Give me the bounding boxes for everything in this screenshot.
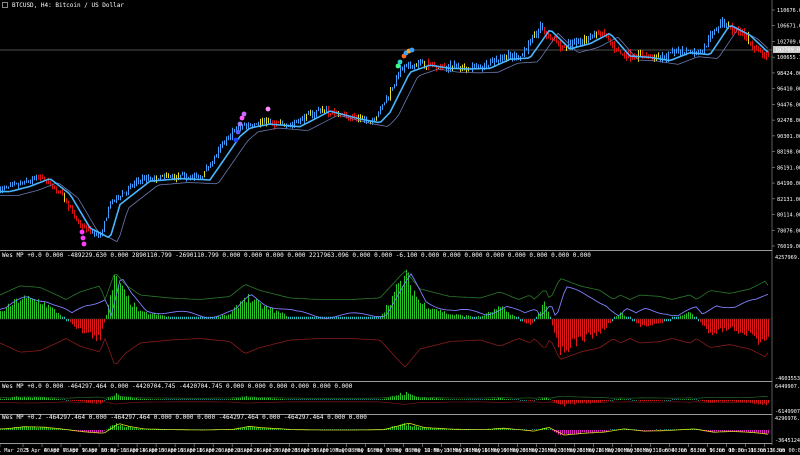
price-axis-label: 102709.00 bbox=[777, 39, 800, 45]
chart-stage[interactable]: 110676.00106671.00102709.00100655.149842… bbox=[0, 0, 800, 455]
indicator-2-envelope-down bbox=[0, 401, 769, 405]
signal-marker bbox=[409, 47, 415, 53]
indicator-2-scale-bottom: -6149907.794 bbox=[775, 409, 800, 415]
panel-divider bbox=[0, 443, 772, 444]
signal-marker bbox=[233, 137, 239, 143]
signal-marker bbox=[241, 111, 247, 117]
signal-marker bbox=[81, 241, 87, 247]
time-axis-label: 13 Jun 00:00 bbox=[767, 448, 800, 454]
current-price-tag-label: 102709.00 bbox=[775, 48, 800, 54]
indicator-1-header: Wes MP +0.0 0.000 -489229.630 0.000 2890… bbox=[2, 252, 591, 259]
upper-envelope bbox=[0, 270, 769, 301]
panel-divider bbox=[0, 381, 772, 382]
price-axis-label: 84190.00 bbox=[777, 181, 800, 187]
price-axis-label: 98424.00 bbox=[777, 71, 800, 77]
price-axis-label: 94476.00 bbox=[777, 102, 800, 108]
indicator-2-header: Wes MP +0.0 0.000 -464297.464 0.000 -442… bbox=[2, 383, 353, 390]
price-axis-label: 82131.00 bbox=[777, 197, 800, 203]
indicator-3-scale-bottom: -3645124.573 bbox=[775, 438, 800, 444]
signal-marker bbox=[235, 129, 241, 135]
price-axis-label: 80114.00 bbox=[777, 213, 800, 219]
price-axis-label: 76019.00 bbox=[777, 244, 800, 250]
price-axis-label: 106671.00 bbox=[777, 24, 800, 30]
price-axis-label: 90301.00 bbox=[777, 134, 800, 140]
indicator-1-scale-top: 4257969.444 bbox=[775, 255, 800, 261]
indicator-2-envelope-up bbox=[0, 395, 769, 399]
price-axis-label: 110676.00 bbox=[777, 8, 800, 14]
ma-slow-line bbox=[0, 28, 769, 243]
signal-marker bbox=[79, 229, 85, 235]
indicator-1-scale-bottom: -4603553.424 bbox=[775, 376, 800, 382]
signal-marker bbox=[265, 106, 271, 112]
price-axis-label: 88198.00 bbox=[777, 150, 800, 156]
price-axis-label: 92478.00 bbox=[777, 118, 800, 124]
price-axis-label: 96410.00 bbox=[777, 87, 800, 93]
indicator-3-line bbox=[0, 422, 769, 436]
indicator-3-scale-top: 4296976.706 bbox=[775, 416, 800, 422]
signal-marker bbox=[395, 63, 401, 69]
signal-marker bbox=[237, 121, 243, 127]
indicator-3-header: Wes MP +0.2 -464297.464 0.000 -464297.46… bbox=[2, 414, 367, 421]
price-axis-label: 100655.14 bbox=[777, 55, 800, 61]
chart-title: BTCUSD, H4: Bitcoin / US Dollar bbox=[12, 2, 124, 9]
signal-marker bbox=[80, 235, 86, 241]
price-axis-label: 78076.00 bbox=[777, 228, 800, 234]
price-axis-label: 86191.00 bbox=[777, 165, 800, 171]
lower-envelope bbox=[0, 337, 769, 368]
ma-fast-line bbox=[0, 25, 769, 239]
panel-divider bbox=[0, 250, 772, 251]
indicator-2-scale-top: 6449907.794 bbox=[775, 384, 800, 390]
